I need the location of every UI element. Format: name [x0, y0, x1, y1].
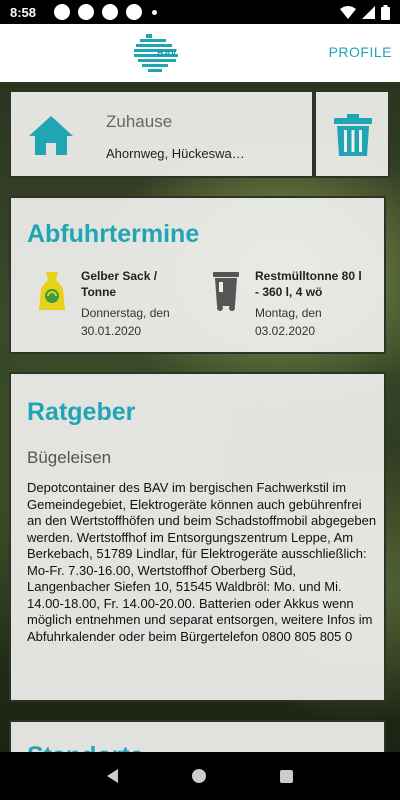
home-button-icon[interactable]	[192, 769, 206, 783]
back-icon[interactable]	[107, 769, 118, 783]
notification-icon	[102, 4, 118, 20]
pickup-item[interactable]: Gelber Sack / Tonne Donnerstag, den 30.0…	[37, 268, 191, 340]
notification-icon	[54, 4, 70, 20]
pickup-item[interactable]: Restmülltonne 80 l - 360 l, 4 wö Montag,…	[211, 268, 365, 340]
pickup-dates-title: Abfuhrtermine	[27, 220, 200, 248]
status-bar: 8:58	[0, 0, 400, 24]
notification-icon	[78, 4, 94, 20]
pickup-dates-card[interactable]: Abfuhrtermine Gelber Sack / Tonne Donner…	[9, 196, 386, 354]
pickup-type: Restmülltonne 80 l - 360 l, 4 wö	[255, 269, 362, 299]
battery-icon	[381, 4, 390, 20]
notification-icon	[126, 4, 142, 20]
recent-apps-icon[interactable]	[280, 769, 293, 783]
home-icon	[29, 116, 73, 155]
pickup-date: Donnerstag, den 30.01.2020	[81, 306, 170, 338]
status-time: 8:58	[10, 4, 37, 20]
navigation-bar	[0, 752, 400, 800]
advice-body: Depotcontainer des BAV im bergischen Fac…	[27, 480, 377, 644]
address-street: Ahornweg, Hückeswa…	[106, 146, 245, 161]
more-notifications-icon	[152, 9, 157, 15]
profile-button[interactable]: PROFILE	[329, 44, 392, 60]
grey-bin-icon	[213, 272, 239, 311]
wifi-icon	[340, 5, 356, 19]
pickup-date: Montag, den 03.02.2020	[255, 306, 322, 338]
pickup-type: Gelber Sack / Tonne	[81, 269, 158, 299]
advice-subtitle: Bügeleisen	[27, 448, 112, 467]
advice-title: Ratgeber	[27, 398, 136, 426]
logo-text: BAV	[157, 48, 177, 58]
delete-address-button[interactable]	[314, 90, 390, 178]
signal-icon	[362, 5, 375, 19]
address-card[interactable]: Zuhause Ahornweg, Hückeswa…	[9, 90, 314, 178]
advice-card[interactable]: Ratgeber Bügeleisen Depotcontainer des B…	[9, 372, 386, 702]
yellow-bag-icon	[39, 272, 65, 310]
app-bar: BAV PROFILE	[0, 24, 400, 82]
trash-icon	[334, 114, 372, 156]
address-title: Zuhause	[106, 112, 173, 131]
notification-icons	[54, 4, 157, 20]
system-icons	[340, 4, 390, 20]
